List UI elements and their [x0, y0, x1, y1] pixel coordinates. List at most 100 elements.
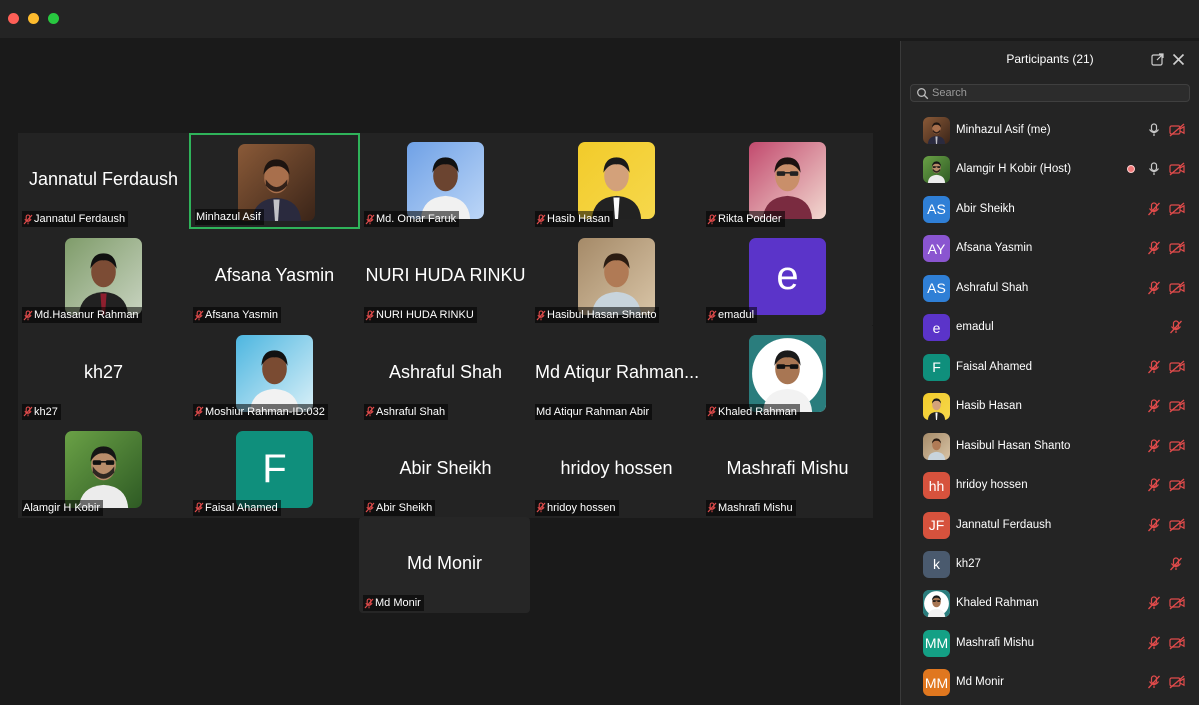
video-off-icon[interactable] [1169, 675, 1185, 689]
participant-name: Jannatul Ferdaush [956, 518, 1052, 531]
microphone-icon[interactable] [1147, 123, 1161, 137]
participant-row[interactable]: e emadul [901, 308, 1199, 346]
muted-microphone-icon[interactable] [1147, 636, 1161, 650]
video-off-icon[interactable] [1169, 202, 1185, 216]
muted-microphone-icon[interactable] [1147, 360, 1161, 374]
search-icon [917, 88, 929, 100]
tile-label-text: Moshiur Rahman-ID:032 [205, 405, 325, 418]
video-tile[interactable]: kh27 kh27 [18, 325, 189, 422]
video-tile[interactable]: Mashrafi Mishu Mashrafi Mishu [702, 421, 873, 518]
video-off-icon[interactable] [1169, 241, 1185, 255]
participant-row[interactable]: Alamgir H Kobir (Host) [901, 150, 1199, 188]
participant-row[interactable]: Minhazul Asif (me) [901, 111, 1199, 149]
video-tile[interactable]: Rikta Podder [702, 133, 873, 229]
tile-name-label: Afsana Yasmin [193, 307, 281, 324]
muted-mic-icon [707, 310, 717, 321]
search-input[interactable] [932, 85, 1182, 101]
video-tile[interactable]: Md Atiqur Rahman... Md Atiqur Rahman Abir [531, 325, 702, 422]
tile-label-text: Jannatul Ferdaush [34, 213, 126, 225]
participant-row[interactable]: k kh27 [901, 545, 1199, 583]
video-off-icon[interactable] [1169, 281, 1185, 295]
tile-display-name: Md Atiqur Rahman... [535, 361, 700, 382]
muted-microphone-icon[interactable] [1147, 596, 1161, 610]
participant-row[interactable]: AS Abir Sheikh [901, 190, 1199, 228]
video-tile[interactable]: Afsana Yasmin Afsana Yasmin [189, 229, 360, 326]
tile-display-name: kh27 [83, 361, 124, 382]
pop-out-icon[interactable] [1151, 53, 1164, 66]
video-off-icon[interactable] [1169, 439, 1185, 453]
minimize-window-button[interactable] [28, 13, 39, 24]
video-tile[interactable]: Alamgir H Kobir [18, 421, 189, 518]
video-off-icon[interactable] [1169, 123, 1185, 137]
tile-name-label: Hasib Hasan [535, 211, 613, 227]
tile-name-label: emadul [706, 307, 758, 324]
video-off-icon[interactable] [1169, 596, 1185, 610]
participant-row[interactable]: MM Mashrafi Mishu [901, 624, 1199, 662]
muted-mic-icon [365, 310, 375, 321]
video-tile[interactable]: Khaled Rahman [702, 325, 873, 422]
video-tile[interactable]: NURI HUDA RINKU NURI HUDA RINKU [360, 229, 531, 326]
tile-label-text: emadul [718, 309, 755, 322]
muted-microphone-icon[interactable] [1169, 557, 1183, 571]
muted-microphone-icon[interactable] [1147, 478, 1161, 492]
participant-row[interactable]: MM Md Monir [901, 663, 1199, 701]
tile-label-text: NURI HUDA RINKU [376, 309, 474, 322]
video-off-icon[interactable] [1169, 162, 1185, 176]
muted-microphone-icon[interactable] [1147, 438, 1161, 453]
video-tile[interactable]: F Faisal Ahamed [189, 421, 360, 518]
tile-label-text: Faisal Ahamed [205, 501, 278, 514]
participant-row[interactable]: F Faisal Ahamed [901, 348, 1199, 386]
tile-label-text: Afsana Yasmin [205, 309, 278, 322]
video-tile[interactable]: Md.Hasanur Rahman [18, 229, 189, 326]
video-tile[interactable]: Hasibul Hasan Shanto [531, 229, 702, 326]
video-tile[interactable]: Moshiur Rahman-ID:032 [189, 325, 360, 422]
close-icon[interactable] [1172, 53, 1185, 66]
avatar: JF [923, 511, 950, 539]
muted-microphone-icon[interactable] [1147, 399, 1161, 413]
avatar: MM [923, 669, 950, 697]
participant-name: Minhazul Asif (me) [956, 124, 1051, 136]
tile-label-text: Ashraful Shah [376, 405, 446, 418]
participant-row[interactable]: AS Ashraful Shah [901, 269, 1199, 307]
video-tile[interactable]: Abir Sheikh Abir Sheikh [360, 421, 531, 518]
participant-row[interactable]: JF Jannatul Ferdaush [901, 506, 1199, 544]
muted-microphone-icon[interactable] [1147, 241, 1161, 255]
video-tile[interactable]: Jannatul Ferdaush Jannatul Ferdaush [18, 133, 189, 229]
zoom-window-button[interactable] [48, 13, 59, 24]
tile-label-text: Khaled Rahman [718, 405, 797, 418]
participant-row[interactable]: Khaled Rahman [901, 584, 1199, 622]
microphone-icon[interactable] [1147, 162, 1161, 176]
video-feed [578, 238, 655, 316]
video-tile[interactable]: Hasib Hasan [531, 133, 702, 229]
muted-mic-icon [194, 310, 204, 321]
muted-microphone-icon[interactable] [1147, 675, 1161, 689]
avatar [923, 117, 950, 144]
muted-microphone-icon[interactable] [1147, 517, 1161, 532]
video-off-icon[interactable] [1169, 399, 1185, 413]
muted-microphone-icon[interactable] [1147, 202, 1161, 216]
video-tile[interactable]: Md. Omar Faruk [360, 133, 531, 229]
participant-row[interactable]: Hasibul Hasan Shanto [901, 427, 1199, 465]
video-feed [236, 334, 313, 412]
meeting-window: Jannatul Ferdaush Jannatul Ferdaush Minh… [0, 0, 1199, 705]
video-off-icon[interactable] [1169, 478, 1185, 492]
participant-row[interactable]: hh hridoy hossen [901, 466, 1199, 504]
participant-row[interactable]: Hasib Hasan [901, 387, 1199, 425]
tile-name-label: Alamgir H Kobir [22, 499, 104, 516]
video-off-icon[interactable] [1169, 518, 1185, 532]
video-tile[interactable]: e emadul [702, 229, 873, 326]
participant-row[interactable]: AY Afsana Yasmin [901, 229, 1199, 267]
participants-panel: Participants (21) Minhazul Asif (me) [900, 41, 1199, 705]
video-tile[interactable]: Minhazul Asif [189, 133, 360, 229]
video-tile[interactable]: Ashraful Shah Ashraful Shah [360, 325, 531, 422]
video-tile[interactable]: Md Monir Md Monir [359, 517, 530, 613]
close-window-button[interactable] [8, 13, 19, 24]
muted-mic-icon [365, 406, 375, 417]
muted-microphone-icon[interactable] [1169, 320, 1183, 334]
video-off-icon[interactable] [1169, 636, 1185, 650]
tile-label-text: Abir Sheikh [376, 501, 433, 514]
muted-mic-icon [365, 502, 375, 513]
muted-microphone-icon[interactable] [1147, 281, 1161, 295]
video-off-icon[interactable] [1169, 360, 1185, 374]
video-tile[interactable]: hridoy hossen hridoy hossen [531, 421, 702, 518]
